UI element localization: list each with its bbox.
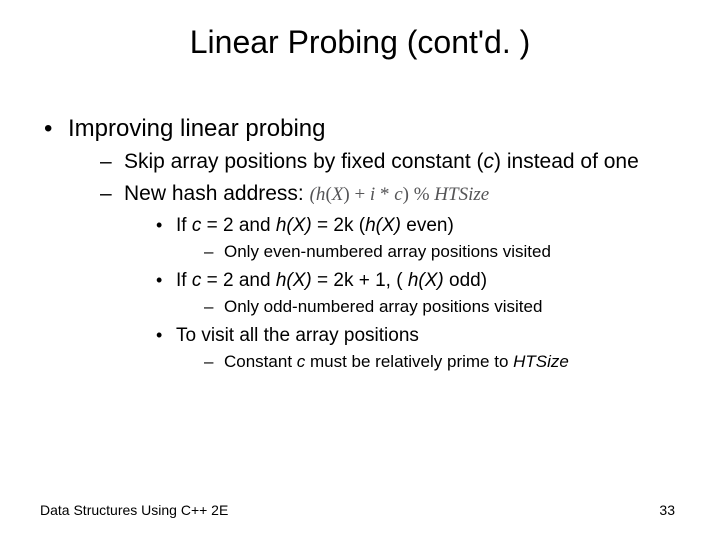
bullet-text: Only even-numbered array positions visit… bbox=[224, 242, 551, 261]
bullet-lvl4: Constant c must be relatively prime to H… bbox=[200, 351, 670, 372]
bullet-text: ) instead of one bbox=[494, 150, 639, 173]
var-hx: h(X) bbox=[276, 215, 312, 236]
footer-source: Data Structures Using C++ 2E bbox=[40, 502, 228, 518]
bullet-lvl1: Improving linear probing Skip array posi… bbox=[40, 115, 670, 373]
slide: Linear Probing (cont'd. ) Improving line… bbox=[0, 0, 720, 540]
var-c: c bbox=[192, 270, 202, 291]
bullet-lvl2: Skip array positions by fixed constant (… bbox=[94, 149, 670, 175]
var-hx: h(X) bbox=[408, 270, 444, 291]
bullet-text: If bbox=[176, 215, 192, 236]
var-hx: h(X) bbox=[365, 215, 401, 236]
bullet-text: Improving linear probing bbox=[68, 115, 325, 142]
bullet-lvl3: To visit all the array positions Constan… bbox=[150, 324, 670, 373]
bullet-text: must be relatively prime to bbox=[305, 352, 513, 371]
slide-title: Linear Probing (cont'd. ) bbox=[0, 24, 720, 61]
page-number: 33 bbox=[659, 502, 675, 518]
bullet-text: If bbox=[176, 270, 192, 291]
bullet-text: = 2k ( bbox=[312, 215, 365, 236]
bullet-text: Only odd-numbered array positions visite… bbox=[224, 297, 542, 316]
var-c: c bbox=[484, 150, 495, 173]
slide-body: Improving linear probing Skip array posi… bbox=[40, 115, 670, 379]
bullet-text: New hash address: bbox=[124, 182, 310, 205]
bullet-text: odd) bbox=[444, 270, 487, 291]
bullet-lvl4: Only even-numbered array positions visit… bbox=[200, 241, 670, 262]
bullet-text: To visit all the array positions bbox=[176, 325, 419, 346]
bullet-text: = 2k + 1, ( bbox=[312, 270, 408, 291]
bullet-text: Skip array positions by fixed constant ( bbox=[124, 150, 484, 173]
var-hx: h(X) bbox=[276, 270, 312, 291]
var-c: c bbox=[297, 352, 306, 371]
var-htsize: HTSize bbox=[513, 352, 569, 371]
bullet-lvl4: Only odd-numbered array positions visite… bbox=[200, 296, 670, 317]
formula-image: (h(X) + i * c) % HTSize bbox=[310, 184, 490, 205]
bullet-text: even) bbox=[401, 215, 454, 236]
bullet-text: = 2 and bbox=[201, 270, 275, 291]
bullet-lvl3: If c = 2 and h(X) = 2k (h(X) even) Only … bbox=[150, 214, 670, 263]
bullet-text: Constant bbox=[224, 352, 297, 371]
bullet-text: = 2 and bbox=[201, 215, 275, 236]
var-c: c bbox=[192, 215, 202, 236]
bullet-lvl2: New hash address: (h(X) + i * c) % HTSiz… bbox=[94, 181, 670, 372]
bullet-lvl3: If c = 2 and h(X) = 2k + 1, ( h(X) odd) … bbox=[150, 269, 670, 318]
